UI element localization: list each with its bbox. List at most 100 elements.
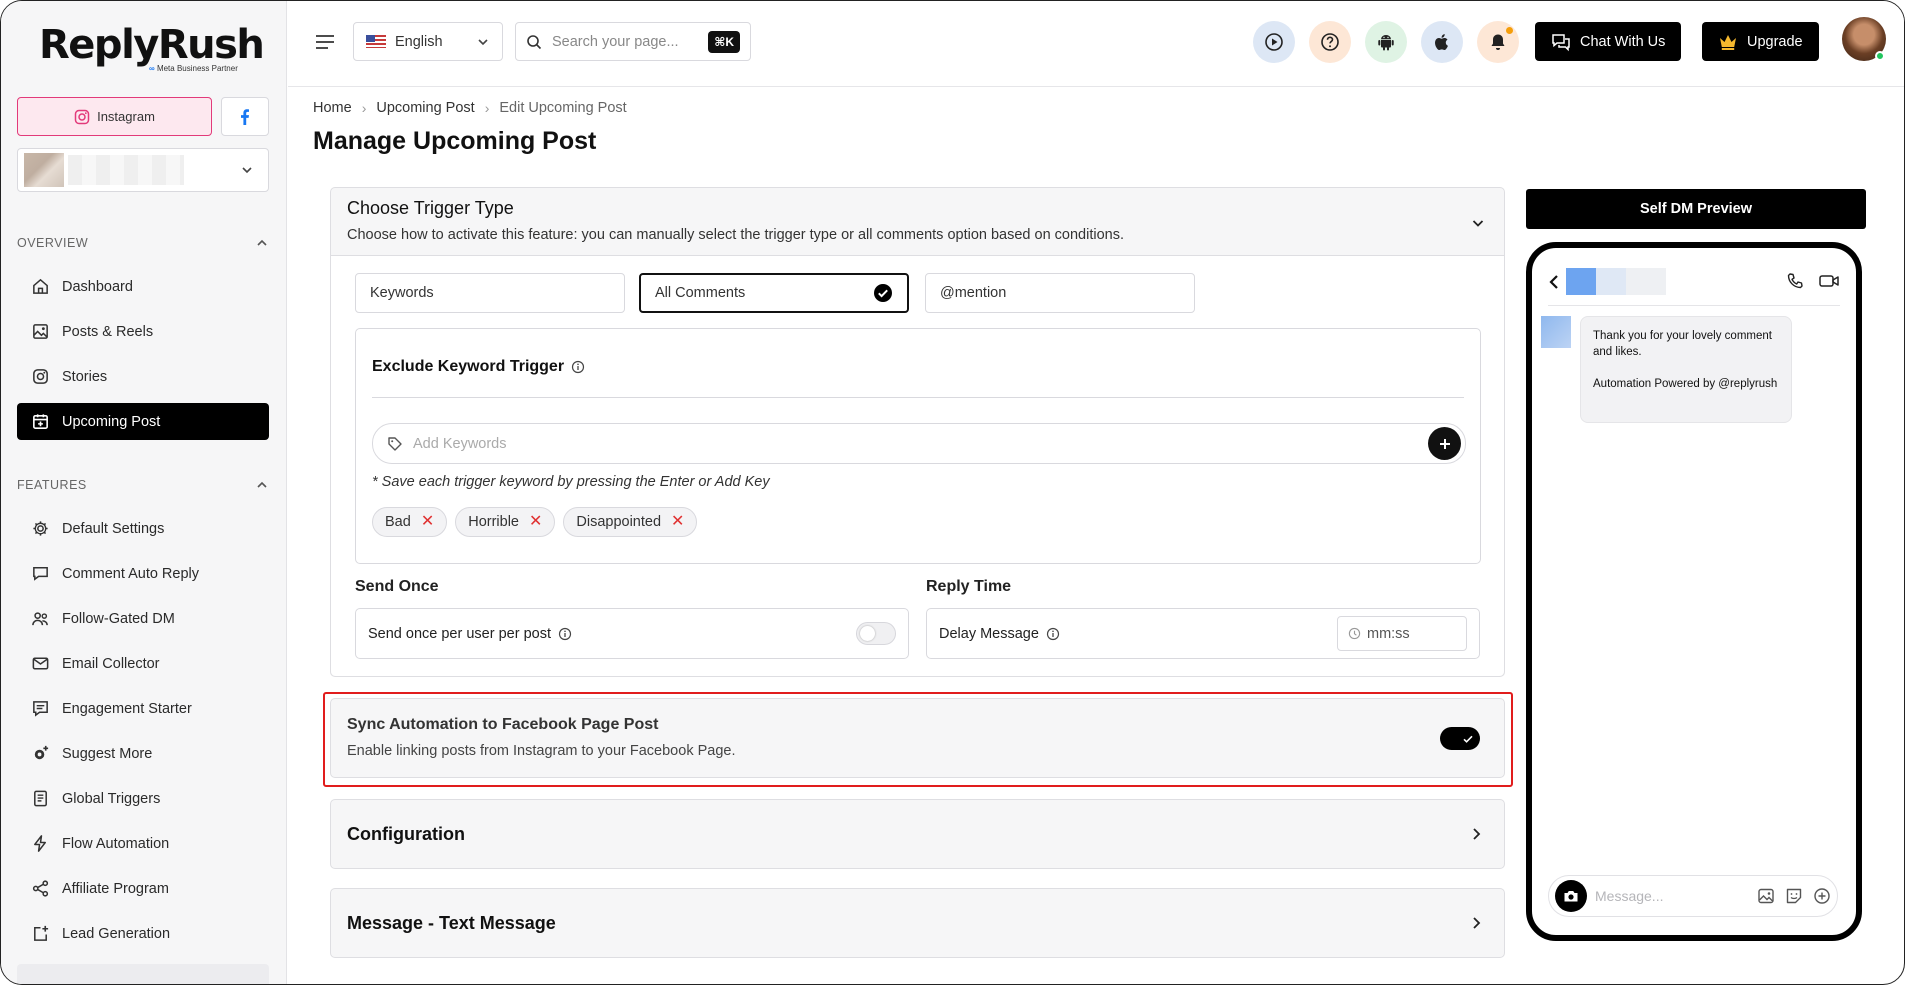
trigger-type-header[interactable]: Choose Trigger Type Choose how to activa… <box>331 188 1504 256</box>
sidebar-item-lead-generation[interactable]: Lead Generation <box>17 915 269 952</box>
sidebar-item-flow-automation[interactable]: Flow Automation <box>17 825 269 862</box>
gear-icon <box>33 521 48 536</box>
user-avatar[interactable] <box>1842 17 1886 61</box>
tag-icon <box>388 436 402 451</box>
instagram-platform-button[interactable]: Instagram <box>17 97 212 136</box>
gallery-icon[interactable] <box>1757 887 1775 905</box>
trigger-option-keywords[interactable]: Keywords <box>355 273 625 313</box>
remove-chip-icon[interactable]: ✕ <box>529 514 542 530</box>
chevron-up-icon <box>257 481 267 488</box>
facebook-platform-button[interactable] <box>221 97 269 136</box>
info-icon[interactable] <box>1046 627 1060 641</box>
notifications-button[interactable] <box>1477 21 1519 63</box>
sidebar-item-affiliate-program[interactable]: Affiliate Program <box>17 870 269 907</box>
trigger-type-title: Choose Trigger Type <box>347 198 514 218</box>
sidebar-item-suggest-more[interactable]: Suggest More <box>17 735 269 772</box>
mail-icon <box>32 657 49 670</box>
gear-plus-icon <box>34 745 49 760</box>
chevron-down-icon <box>242 167 252 174</box>
info-icon[interactable] <box>558 627 572 641</box>
trigger-option-mention[interactable]: @mention <box>925 273 1195 313</box>
self-dm-preview-button[interactable]: Self DM Preview <box>1526 189 1866 229</box>
send-once-toggle[interactable] <box>856 622 896 645</box>
sidebar-item-stories[interactable]: Stories <box>17 358 269 395</box>
overview-section-toggle[interactable]: OVERVIEW <box>17 236 269 250</box>
chat-with-us-button[interactable]: Chat With Us <box>1535 22 1682 61</box>
remove-chip-icon[interactable]: ✕ <box>671 514 684 530</box>
chevron-up-icon <box>257 239 267 246</box>
dm-call-actions <box>1786 272 1840 290</box>
ios-app-button[interactable] <box>1421 21 1463 63</box>
dm-message-input[interactable]: Message... <box>1548 875 1838 917</box>
features-section-toggle[interactable]: FEATURES <box>17 478 269 492</box>
keyword-hint: * Save each trigger keyword by pressing … <box>372 474 770 490</box>
instagram-icon <box>74 109 90 124</box>
upgrade-label: Upgrade <box>1747 33 1803 50</box>
online-status-dot <box>1875 51 1885 61</box>
sidebar-item-label: Email Collector <box>62 655 160 672</box>
camera-icon <box>1564 891 1578 902</box>
sidebar-item-default-settings[interactable]: Default Settings <box>17 510 269 547</box>
brand-logo[interactable]: ReplyRush ∞ Meta Business Partner <box>39 22 265 73</box>
language-value: English <box>395 33 443 50</box>
chevron-down-icon <box>1472 220 1484 227</box>
upgrade-button[interactable]: Upgrade <box>1702 22 1819 61</box>
breadcrumb-upcoming-post[interactable]: Upcoming Post <box>376 100 474 116</box>
dm-message-line2: Automation Powered by @replyrush <box>1593 378 1778 390</box>
sidebar-item-upcoming-post[interactable]: Upcoming Post <box>17 403 269 440</box>
notification-dot <box>1506 27 1513 34</box>
dm-message-bubble: Thank you for your lovely comment and li… <box>1580 316 1792 423</box>
sync-facebook-title: Sync Automation to Facebook Page Post <box>347 716 659 733</box>
info-icon[interactable] <box>571 360 585 374</box>
add-keyword-button[interactable] <box>1428 427 1461 460</box>
clock-icon <box>1348 627 1361 640</box>
dm-username-redacted <box>1566 268 1666 295</box>
sidebar-item-email-collector[interactable]: Email Collector <box>17 645 269 682</box>
language-select[interactable]: English <box>353 22 503 61</box>
android-app-button[interactable] <box>1365 21 1407 63</box>
camera-button[interactable] <box>1555 880 1587 912</box>
sidebar-item-dashboard[interactable]: Dashboard <box>17 268 269 305</box>
menu-icon[interactable] <box>315 33 335 51</box>
keyword-chip: Disappointed ✕ <box>563 507 698 537</box>
sidebar-item-comment-auto-reply[interactable]: Comment Auto Reply <box>17 555 269 592</box>
option-label: @mention <box>940 285 1007 301</box>
sidebar-item-label: Flow Automation <box>62 835 170 852</box>
sidebar-item-global-triggers[interactable]: Global Triggers <box>17 780 269 817</box>
brand-name: ReplyRush <box>39 22 265 68</box>
chip-label: Bad <box>385 514 411 530</box>
sidebar-item-follow-gated-dm[interactable]: Follow-Gated DM <box>17 600 269 637</box>
message-text-section[interactable]: Message - Text Message <box>330 888 1505 958</box>
configuration-section[interactable]: Configuration <box>330 799 1505 869</box>
topbar: English Search your page... ⌘K Chat With… <box>288 1 1904 87</box>
check-circle-icon <box>874 284 892 302</box>
help-button[interactable] <box>1309 21 1351 63</box>
video-tutorial-button[interactable] <box>1253 21 1295 63</box>
sticker-icon[interactable] <box>1785 887 1803 905</box>
sync-facebook-card: Sync Automation to Facebook Page Post En… <box>330 698 1505 778</box>
sidebar-item-label: Comment Auto Reply <box>62 565 200 582</box>
delay-time-input[interactable]: mm:ss <box>1337 616 1467 651</box>
search-input[interactable]: Search your page... ⌘K <box>515 22 751 61</box>
chevron-right-icon <box>1473 828 1481 840</box>
message-text-title: Message - Text Message <box>347 912 556 933</box>
account-selector[interactable] <box>17 148 269 192</box>
keyword-input[interactable]: Add Keywords <box>372 423 1466 464</box>
add-circle-icon[interactable] <box>1813 887 1831 905</box>
features-label: FEATURES <box>17 478 87 492</box>
keyword-chip: Horrible ✕ <box>455 507 556 537</box>
sidebar-item-posts-reels[interactable]: Posts & Reels <box>17 313 269 350</box>
configuration-title: Configuration <box>347 823 465 844</box>
search-shortcut: ⌘K <box>708 30 740 53</box>
trigger-type-body: Keywords All Comments @mention Exclude K… <box>331 256 1504 676</box>
option-label: Keywords <box>370 285 434 301</box>
breadcrumb-home[interactable]: Home <box>313 100 352 116</box>
us-flag-icon <box>366 35 386 48</box>
account-avatar <box>24 153 64 187</box>
dm-header <box>1548 266 1840 306</box>
remove-chip-icon[interactable]: ✕ <box>421 514 434 530</box>
sidebar-item-engagement-starter[interactable]: Engagement Starter <box>17 690 269 727</box>
sync-facebook-toggle[interactable] <box>1440 727 1480 750</box>
trigger-option-all-comments[interactable]: All Comments <box>639 273 909 313</box>
reply-time-title: Reply Time <box>926 578 1012 595</box>
